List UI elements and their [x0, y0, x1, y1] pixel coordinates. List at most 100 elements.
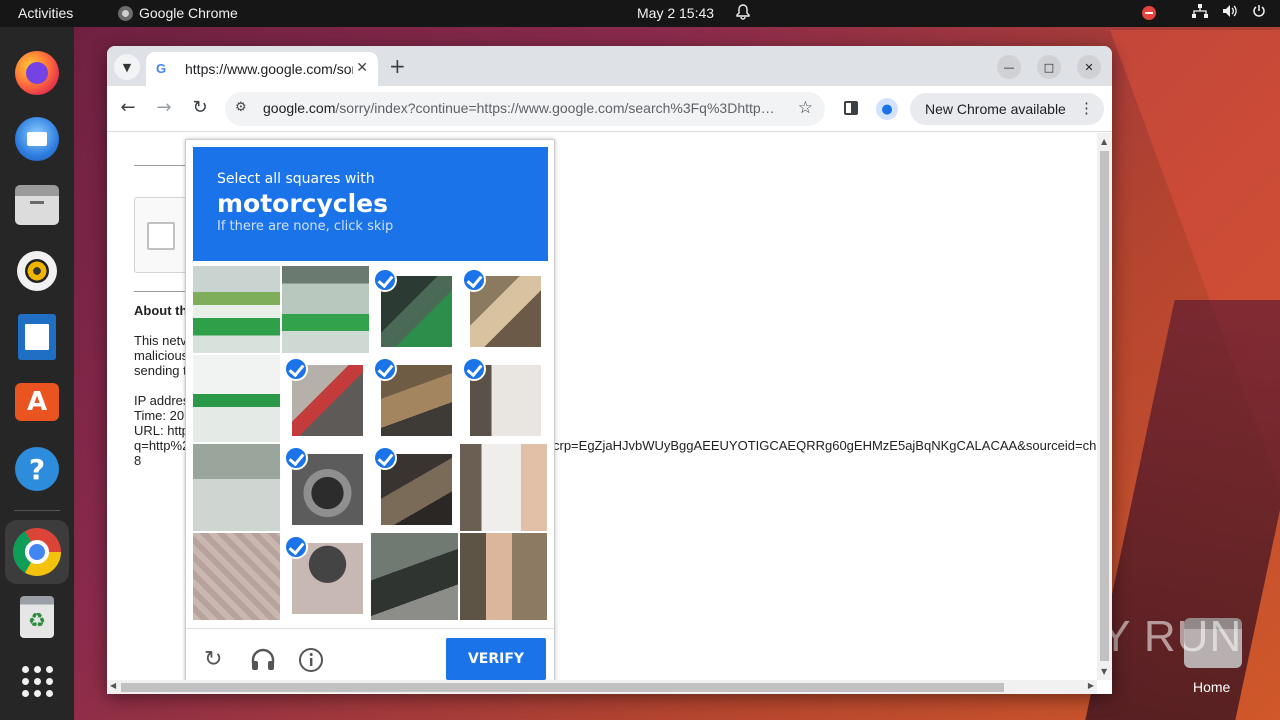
dock-chrome[interactable]	[5, 520, 69, 584]
bookmark-star-icon[interactable]: ☆	[798, 98, 813, 118]
captcha-tile[interactable]	[193, 444, 280, 531]
address-bar[interactable]: ⚙ google.com/sorry/index?continue=https:…	[225, 92, 825, 126]
system-tray[interactable]	[1142, 4, 1266, 21]
captcha-tile[interactable]	[193, 533, 280, 620]
info-icon[interactable]	[298, 647, 324, 679]
firefox-icon	[15, 51, 59, 95]
checkmark-icon	[284, 357, 308, 381]
scroll-up-icon[interactable]: ▲	[1101, 137, 1107, 146]
close-window-button[interactable]: ✕	[1077, 55, 1101, 79]
top-bar: Activities Google Chrome May 2 15:43	[0, 0, 1280, 27]
checkmark-icon	[373, 357, 397, 381]
captcha-tile-image	[193, 444, 280, 531]
rhythmbox-icon	[17, 251, 57, 291]
scrollbar-thumb[interactable]	[121, 683, 1004, 692]
captcha-header: Select all squares with motorcycles If t…	[193, 147, 548, 261]
captcha-tile[interactable]	[371, 533, 458, 620]
power-icon	[1252, 4, 1266, 21]
dock-writer[interactable]	[13, 313, 61, 361]
captcha-tile[interactable]	[282, 533, 369, 620]
clock[interactable]: May 2 15:43	[637, 5, 714, 21]
side-panel-icon[interactable]	[844, 101, 858, 115]
chevron-down-icon: ▼	[122, 60, 132, 74]
new-chrome-available-button[interactable]: New Chrome available ⋮	[910, 93, 1104, 125]
captcha-tile[interactable]	[460, 533, 547, 620]
dock-app-center[interactable]: A	[13, 375, 61, 423]
toolbar: ← → ↻ ⚙ google.com/sorry/index?continue=…	[107, 86, 1112, 132]
captcha-tile[interactable]	[282, 266, 369, 353]
chrome-window: ▼ G https://www.google.com/sorry/index ✕…	[107, 46, 1112, 694]
checkmark-icon	[462, 357, 486, 381]
reload-challenge-icon[interactable]: ↻	[204, 647, 222, 672]
thunderbird-icon	[15, 117, 59, 161]
dock-separator	[14, 510, 60, 511]
verify-button[interactable]: VERIFY	[446, 638, 546, 680]
bell-icon[interactable]	[736, 4, 750, 23]
back-button[interactable]: ←	[116, 97, 140, 118]
reload-button[interactable]: ↻	[188, 97, 212, 118]
scroll-left-icon[interactable]: ◀	[110, 681, 116, 690]
new-tab-button[interactable]: +	[389, 54, 406, 78]
url-text: google.com/sorry/index?continue=https://…	[263, 100, 787, 116]
trash-icon: ♻	[20, 596, 54, 638]
network-icon	[1192, 4, 1208, 21]
maximize-button[interactable]: □	[1037, 55, 1061, 79]
scroll-right-icon[interactable]: ▶	[1088, 681, 1094, 690]
captcha-tile[interactable]	[193, 266, 280, 353]
menu-dots-icon[interactable]: ⋮	[1079, 99, 1094, 117]
headphones-icon[interactable]	[250, 647, 276, 677]
captcha-tile-image	[460, 533, 547, 620]
captcha-tile[interactable]	[282, 444, 369, 531]
captcha-footer: ↻ VERIFY	[186, 628, 554, 680]
home-folder-label[interactable]: Home	[1193, 679, 1230, 695]
tab-close-icon[interactable]: ✕	[356, 60, 368, 76]
captcha-tile[interactable]	[460, 444, 547, 531]
vertical-scrollbar[interactable]: ▲ ▼	[1097, 133, 1112, 680]
tab-search-button[interactable]: ▼	[114, 54, 140, 80]
captcha-tile-image	[460, 444, 547, 531]
scroll-down-icon[interactable]: ▼	[1101, 667, 1107, 676]
show-apps-button[interactable]	[13, 657, 61, 705]
checkmark-icon	[284, 446, 308, 470]
forward-button[interactable]: →	[152, 97, 176, 118]
minimize-button[interactable]: —	[997, 55, 1021, 79]
captcha-tile[interactable]	[193, 355, 280, 442]
captcha-tile[interactable]	[282, 355, 369, 442]
dock-rhythmbox[interactable]	[13, 247, 61, 295]
help-icon: ?	[15, 447, 59, 491]
show-apps-icon	[21, 665, 53, 697]
app-menu[interactable]: Google Chrome	[118, 5, 238, 21]
dock: A ? ♻	[0, 27, 74, 720]
about-heading: About th	[134, 303, 188, 318]
horizontal-scrollbar[interactable]: ◀ ▶	[107, 680, 1097, 694]
dock-help[interactable]: ?	[13, 445, 61, 493]
new-chrome-label: New Chrome available	[925, 101, 1066, 117]
files-icon	[15, 185, 59, 225]
captcha-tile[interactable]	[371, 355, 458, 442]
captcha-tile[interactable]	[460, 266, 547, 353]
activities-button[interactable]: Activities	[18, 5, 73, 21]
dock-files[interactable]	[13, 181, 61, 229]
profile-icon[interactable]: ●	[876, 98, 898, 120]
dock-thunderbird[interactable]	[13, 115, 61, 163]
google-favicon-icon: G	[156, 61, 167, 76]
captcha-tile[interactable]	[371, 266, 458, 353]
captcha-tile[interactable]	[460, 355, 547, 442]
volume-icon	[1222, 4, 1238, 21]
dock-trash[interactable]: ♻	[13, 593, 61, 641]
captcha-challenge: Select all squares with motorcycles If t…	[185, 139, 555, 680]
captcha-tile[interactable]	[371, 444, 458, 531]
recaptcha-checkbox[interactable]	[147, 222, 175, 250]
checkmark-icon	[284, 535, 308, 559]
captcha-hint: If there are none, click skip	[217, 219, 394, 234]
site-info-icon[interactable]: ⚙	[235, 100, 247, 115]
request-url-text: crp=EgZjaHJvbWUyBggAEEUYOTIGCAEQRRg60gEH…	[553, 438, 1097, 453]
captcha-image-grid	[193, 266, 549, 622]
dock-firefox[interactable]	[13, 49, 61, 97]
captcha-tile-image	[371, 533, 458, 620]
captcha-target: motorcycles	[217, 189, 389, 218]
scrollbar-thumb[interactable]	[1100, 151, 1109, 661]
tab-google-sorry[interactable]: G https://www.google.com/sorry/index ✕	[146, 52, 378, 86]
app-name: Google Chrome	[139, 5, 238, 21]
chrome-icon	[13, 528, 61, 576]
